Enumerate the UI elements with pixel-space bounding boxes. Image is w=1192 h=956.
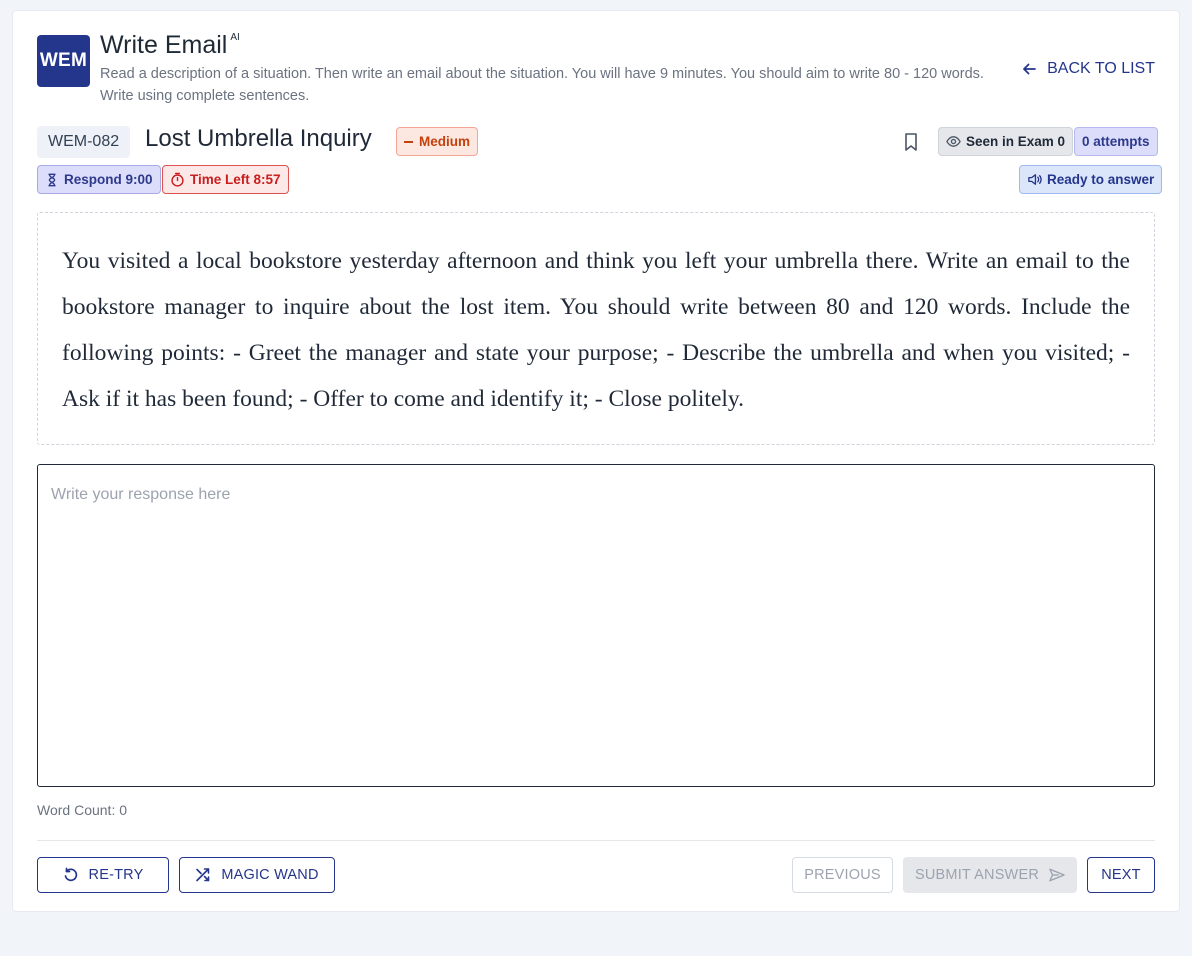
page-title-text: Write Email (100, 31, 228, 59)
speaker-icon (1027, 172, 1042, 187)
submit-answer-label: SUBMIT ANSWER (915, 867, 1039, 883)
time-left-label: Time Left 8:57 (190, 172, 281, 187)
question-card: WEM Write Email AI Read a description of … (12, 10, 1180, 912)
previous-button[interactable]: PREVIOUS (792, 857, 893, 893)
time-left-badge: Time Left 8:57 (162, 165, 289, 194)
stopwatch-icon (170, 172, 185, 187)
shuffle-icon (195, 867, 211, 883)
task-logo: WEM (37, 35, 90, 87)
situation-prompt: You visited a local bookstore yesterday … (37, 212, 1155, 445)
retry-label: RE-TRY (88, 867, 144, 883)
attempts-badge[interactable]: 0 attempts (1074, 127, 1158, 156)
hourglass-icon (45, 173, 59, 187)
submit-answer-button[interactable]: SUBMIT ANSWER (903, 857, 1077, 893)
difficulty-badge: Medium (396, 127, 479, 156)
question-title: Lost Umbrella Inquiry (145, 125, 372, 152)
magic-wand-button[interactable]: MAGIC WAND (179, 857, 335, 893)
back-to-list-label: BACK TO LIST (1047, 60, 1155, 77)
next-button[interactable]: NEXT (1087, 857, 1155, 893)
ready-to-answer-badge: Ready to answer (1019, 165, 1163, 194)
magic-wand-label: MAGIC WAND (221, 867, 319, 883)
retry-icon (63, 867, 79, 883)
respond-timer-label: Respond 9:00 (64, 172, 153, 187)
minus-icon (404, 140, 413, 143)
back-to-list-button[interactable]: BACK TO LIST (1021, 60, 1155, 78)
seen-in-exam-badge: Seen in Exam 0 (938, 127, 1074, 156)
page-title: Write Email AI (100, 31, 240, 60)
task-description: Read a description of a situation. Then … (100, 66, 984, 104)
ready-to-answer-label: Ready to answer (1047, 172, 1155, 187)
word-count: Word Count: 0 (37, 802, 128, 818)
ai-badge: AI (230, 31, 240, 43)
bookmark-icon[interactable] (903, 132, 919, 152)
respond-timer-badge: Respond 9:00 (37, 165, 161, 194)
divider (37, 840, 1155, 841)
response-textarea[interactable] (37, 464, 1155, 787)
send-icon (1049, 867, 1065, 883)
seen-in-exam-label: Seen in Exam 0 (966, 134, 1066, 149)
difficulty-label: Medium (419, 134, 471, 149)
eye-icon (946, 134, 961, 149)
question-id-badge: WEM-082 (37, 126, 131, 158)
retry-button[interactable]: RE-TRY (37, 857, 169, 893)
arrow-left-icon (1021, 61, 1037, 77)
